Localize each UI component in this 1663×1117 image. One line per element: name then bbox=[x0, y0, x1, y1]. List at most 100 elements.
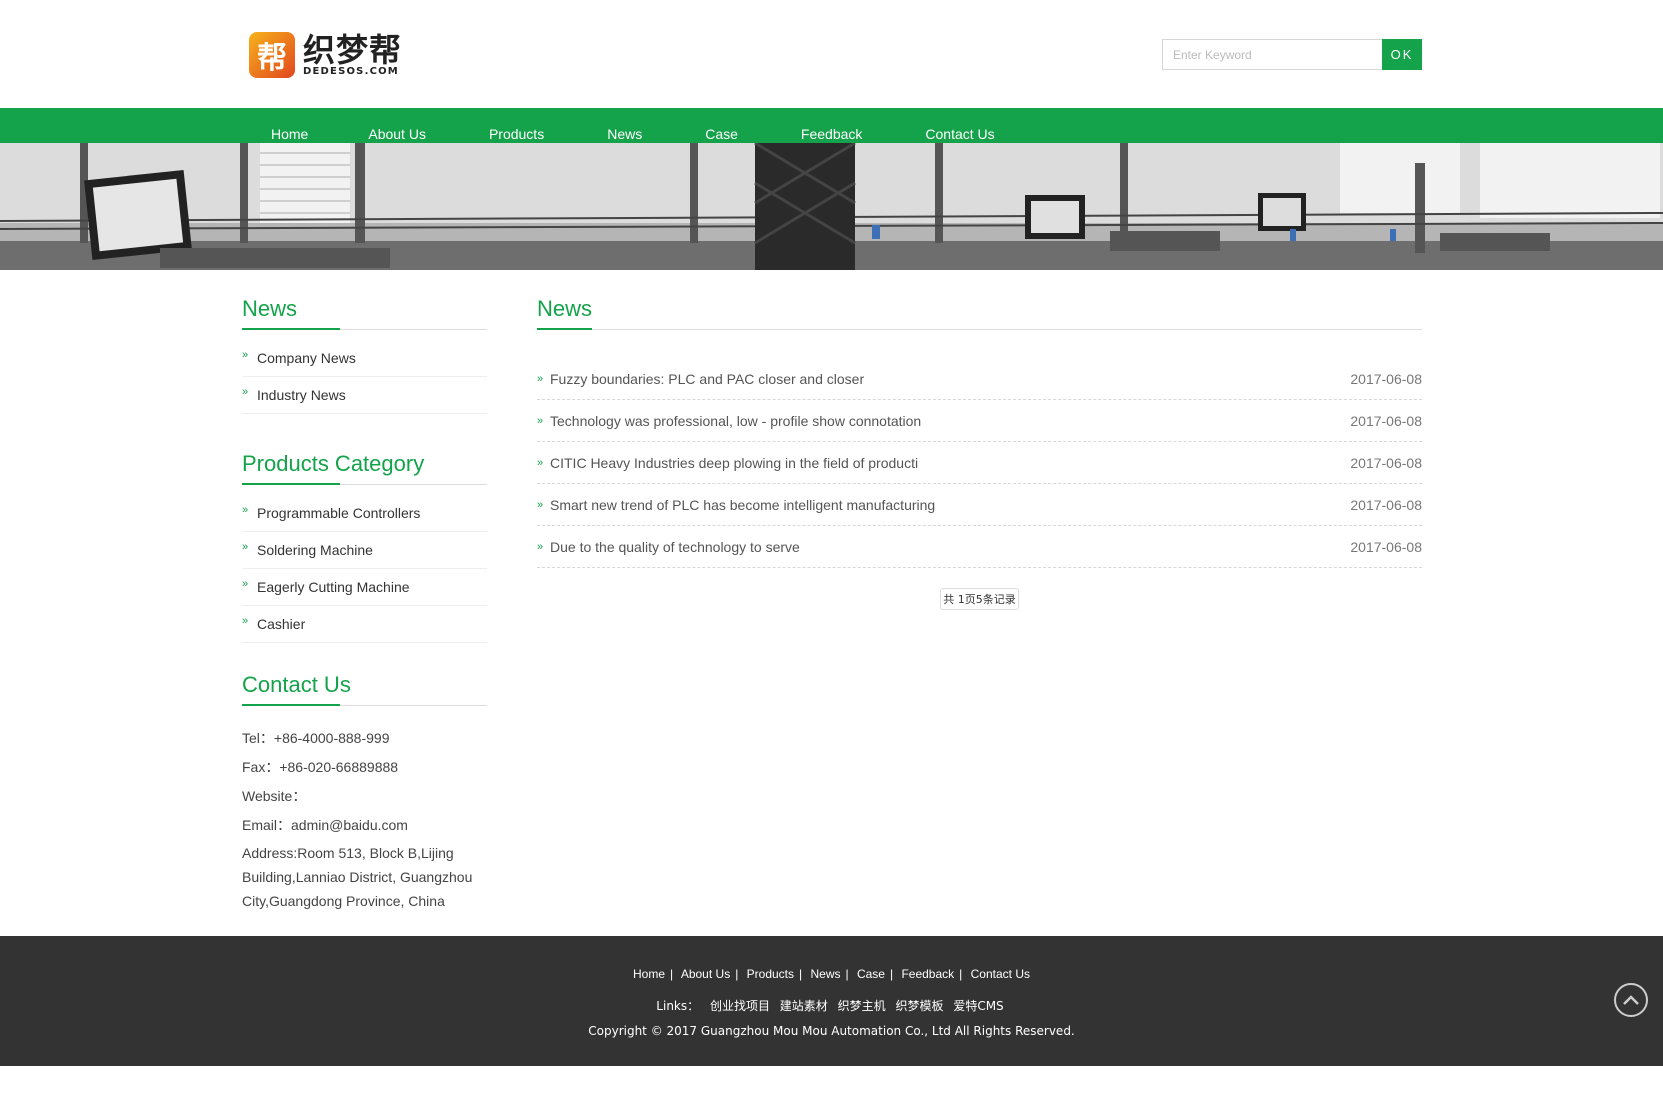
search-box: OK bbox=[1162, 39, 1422, 70]
double-chevron-right-icon: » bbox=[242, 386, 249, 398]
nav-item-feedback[interactable]: Feedback bbox=[801, 108, 862, 143]
double-chevron-right-icon: » bbox=[242, 541, 249, 553]
news-item-title[interactable]: Smart new trend of PLC has become intell… bbox=[550, 497, 935, 513]
page-title: News bbox=[537, 296, 593, 321]
logo-cn-text: 织梦帮 bbox=[303, 30, 403, 69]
pagination: 共 1页5条记录 bbox=[537, 588, 1422, 610]
footer-link-feedback[interactable]: Feedback bbox=[901, 967, 954, 981]
sidebar-news-title: News bbox=[242, 296, 298, 321]
separator: | bbox=[889, 967, 894, 981]
friend-link[interactable]: 织梦主机 bbox=[838, 999, 886, 1013]
double-chevron-right-icon: » bbox=[537, 498, 544, 511]
double-chevron-right-icon: » bbox=[537, 456, 544, 469]
sidebar-item-label: Company News bbox=[257, 350, 356, 366]
nav-item-home[interactable]: Home bbox=[271, 108, 308, 143]
news-list-item[interactable]: » Smart new trend of PLC has become inte… bbox=[537, 484, 1422, 526]
sidebar-contact-section: Contact Us Tel：+86-4000-888-999 Fax：+86-… bbox=[242, 671, 487, 913]
sidebar-news-list: » Company News » Industry News bbox=[242, 340, 487, 414]
double-chevron-right-icon: » bbox=[537, 414, 544, 427]
friend-link[interactable]: 织梦模板 bbox=[895, 999, 943, 1013]
sidebar-item-label: Eagerly Cutting Machine bbox=[257, 579, 410, 595]
news-list: » Fuzzy boundaries: PLC and PAC closer a… bbox=[537, 358, 1422, 568]
double-chevron-right-icon: » bbox=[242, 349, 249, 361]
footer-link-contact[interactable]: Contact Us bbox=[971, 967, 1030, 981]
footer-links-label: Links： bbox=[656, 999, 700, 1013]
site-logo[interactable]: 帮 织梦帮 DEDESOS.COM bbox=[249, 30, 409, 80]
sidebar-item-industry-news[interactable]: » Industry News bbox=[242, 377, 487, 414]
nav-item-news[interactable]: News bbox=[607, 108, 642, 143]
news-list-item[interactable]: » CITIC Heavy Industries deep plowing in… bbox=[537, 442, 1422, 484]
contact-fax: Fax：+86-020-66889888 bbox=[242, 759, 399, 775]
sidebar-item-cutting-machine[interactable]: » Eagerly Cutting Machine bbox=[242, 569, 487, 606]
contact-address: Address:Room 513, Block B,Lijing Buildin… bbox=[242, 845, 473, 909]
copyright: Copyright © 2017 Guangzhou Mou Mou Autom… bbox=[588, 1024, 1075, 1038]
news-item-link[interactable]: » Fuzzy boundaries: PLC and PAC closer a… bbox=[537, 371, 864, 387]
news-item-title[interactable]: Due to the quality of technology to serv… bbox=[550, 539, 800, 555]
logo-text: 织梦帮 DEDESOS.COM bbox=[303, 34, 402, 77]
separator: | bbox=[735, 967, 739, 981]
hero-banner bbox=[0, 143, 1663, 270]
sidebar-products-section: Products Category » Programmable Control… bbox=[242, 450, 487, 643]
nav-item-contact[interactable]: Contact Us bbox=[925, 108, 994, 143]
news-list-item[interactable]: » Due to the quality of technology to se… bbox=[537, 526, 1422, 568]
back-to-top-button[interactable] bbox=[1614, 983, 1648, 1017]
contact-info: Tel：+86-4000-888-999 Fax：+86-020-6688988… bbox=[242, 724, 487, 913]
friend-link[interactable]: 创业找项目 bbox=[710, 999, 770, 1013]
logo-en-text: DEDESOS.COM bbox=[303, 65, 399, 77]
sidebar-products-title: Products Category bbox=[242, 451, 425, 476]
search-button[interactable]: OK bbox=[1382, 39, 1422, 70]
news-item-title[interactable]: Technology was professional, low - profi… bbox=[550, 413, 921, 429]
friend-link[interactable]: 爱特CMS bbox=[953, 999, 1003, 1013]
news-item-date: 2017-06-08 bbox=[1350, 454, 1422, 471]
sidebar-contact-title: Contact Us bbox=[242, 672, 351, 697]
double-chevron-right-icon: » bbox=[537, 540, 544, 553]
sidebar-item-programmable-controllers[interactable]: » Programmable Controllers bbox=[242, 495, 487, 532]
news-list-item[interactable]: » Fuzzy boundaries: PLC and PAC closer a… bbox=[537, 358, 1422, 400]
nav-list: Home About Us Products News Case Feedbac… bbox=[241, 108, 995, 143]
main-content: News » Fuzzy boundaries: PLC and PAC clo… bbox=[537, 295, 1422, 610]
separator: | bbox=[799, 967, 803, 981]
news-item-date: 2017-06-08 bbox=[1350, 496, 1422, 513]
news-item-link[interactable]: » Due to the quality of technology to se… bbox=[537, 539, 800, 555]
footer-link-products[interactable]: Products bbox=[747, 967, 794, 981]
contact-email: Email：admin@baidu.com bbox=[242, 817, 408, 833]
banner-image bbox=[0, 143, 1663, 270]
news-item-title[interactable]: Fuzzy boundaries: PLC and PAC closer and… bbox=[550, 371, 864, 387]
footer-friend-links: Links： 创业找项目 建站素材 织梦主机 织梦模板 爱特CMS bbox=[0, 997, 1663, 1014]
footer-link-case[interactable]: Case bbox=[857, 967, 885, 981]
sidebar-item-soldering-machine[interactable]: » Soldering Machine bbox=[242, 532, 487, 569]
separator: | bbox=[959, 967, 963, 981]
news-item-date: 2017-06-08 bbox=[1350, 370, 1422, 387]
news-item-date: 2017-06-08 bbox=[1350, 412, 1422, 429]
sidebar-item-cashier[interactable]: » Cashier bbox=[242, 606, 487, 643]
main-nav: Home About Us Products News Case Feedbac… bbox=[0, 108, 1663, 143]
sidebar-item-label: Programmable Controllers bbox=[257, 505, 421, 521]
sidebar-item-label: Soldering Machine bbox=[257, 542, 373, 558]
news-item-title[interactable]: CITIC Heavy Industries deep plowing in t… bbox=[550, 455, 918, 471]
double-chevron-right-icon: » bbox=[242, 615, 249, 627]
header: 帮 织梦帮 DEDESOS.COM OK bbox=[0, 0, 1663, 108]
chevron-up-circle-icon bbox=[1623, 995, 1639, 1005]
double-chevron-right-icon: » bbox=[242, 504, 249, 516]
footer-link-home[interactable]: Home bbox=[633, 967, 665, 981]
search-input[interactable] bbox=[1162, 39, 1382, 70]
news-item-link[interactable]: » CITIC Heavy Industries deep plowing in… bbox=[537, 455, 918, 471]
news-item-link[interactable]: » Technology was professional, low - pro… bbox=[537, 413, 921, 429]
nav-item-products[interactable]: Products bbox=[489, 108, 544, 143]
logo-icon: 帮 bbox=[249, 32, 295, 78]
divider bbox=[242, 483, 487, 485]
double-chevron-right-icon: » bbox=[537, 372, 544, 385]
nav-item-about[interactable]: About Us bbox=[368, 108, 426, 143]
friend-link[interactable]: 建站素材 bbox=[780, 999, 828, 1013]
sidebar: News » Company News » Industry News Prod… bbox=[242, 295, 487, 913]
news-item-link[interactable]: » Smart new trend of PLC has become inte… bbox=[537, 497, 935, 513]
sidebar-item-company-news[interactable]: » Company News bbox=[242, 340, 487, 377]
news-list-item[interactable]: » Technology was professional, low - pro… bbox=[537, 400, 1422, 442]
sidebar-item-label: Cashier bbox=[257, 616, 306, 632]
nav-item-case[interactable]: Case bbox=[705, 108, 738, 143]
separator: | bbox=[670, 967, 674, 981]
footer-link-about[interactable]: About Us bbox=[681, 967, 730, 981]
footer-link-news[interactable]: News bbox=[810, 967, 840, 981]
divider bbox=[242, 328, 487, 330]
separator: | bbox=[845, 967, 849, 981]
